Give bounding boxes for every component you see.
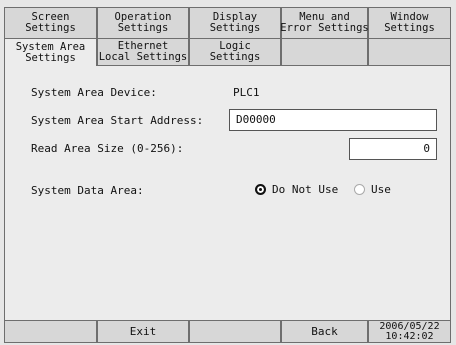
system-area-panel: System Area Device: PLC1 System Area Sta… (4, 66, 451, 320)
radio-use-label: Use (371, 183, 391, 196)
start-address-input[interactable]: D00000 (229, 109, 437, 131)
tab-window-settings[interactable]: Window Settings (368, 7, 451, 38)
time-text: 10:42:02 (385, 330, 434, 342)
radio-unselected-icon (354, 184, 365, 195)
bottom-empty-2 (189, 320, 281, 343)
device-value: PLC1 (233, 86, 260, 99)
bottom-bar: Exit Back 2006/05/22 10:42:02 (4, 320, 451, 343)
tab-display-settings[interactable]: Display Settings (189, 7, 281, 38)
date-text: 2006/05/22 (379, 320, 440, 332)
radio-do-not-use[interactable]: Do Not Use (255, 183, 338, 196)
tab-empty-1 (281, 38, 368, 66)
tab-row-bottom: System Area Settings Ethernet Local Sett… (4, 38, 451, 66)
read-area-size-label: Read Area Size (0-256): (31, 142, 184, 155)
read-area-size-input[interactable]: 0 (349, 138, 437, 160)
tab-ethernet-local-settings[interactable]: Ethernet Local Settings (97, 38, 189, 66)
tab-menu-error-settings[interactable]: Menu and Error Settings (280, 7, 369, 38)
device-label: System Area Device: (31, 86, 157, 99)
tab-operation-settings[interactable]: Operation Settings (97, 7, 189, 38)
tab-empty-2 (368, 38, 451, 66)
tab-logic-settings[interactable]: Logic Settings (189, 38, 281, 66)
bottom-empty-1 (4, 320, 97, 343)
system-data-area-label: System Data Area: (31, 184, 144, 197)
tab-system-area-settings[interactable]: System Area Settings (4, 38, 97, 66)
start-address-label: System Area Start Address: (31, 114, 204, 127)
radio-selected-icon (255, 184, 266, 195)
radio-do-not-use-label: Do Not Use (272, 183, 339, 196)
tab-screen-settings[interactable]: Screen Settings (4, 7, 97, 38)
radio-use[interactable]: Use (354, 183, 391, 196)
tab-row-top: Screen Settings Operation Settings Displ… (4, 7, 451, 38)
datetime-display: 2006/05/22 10:42:02 (368, 320, 451, 343)
exit-button[interactable]: Exit (97, 320, 189, 343)
back-button[interactable]: Back (281, 320, 368, 343)
